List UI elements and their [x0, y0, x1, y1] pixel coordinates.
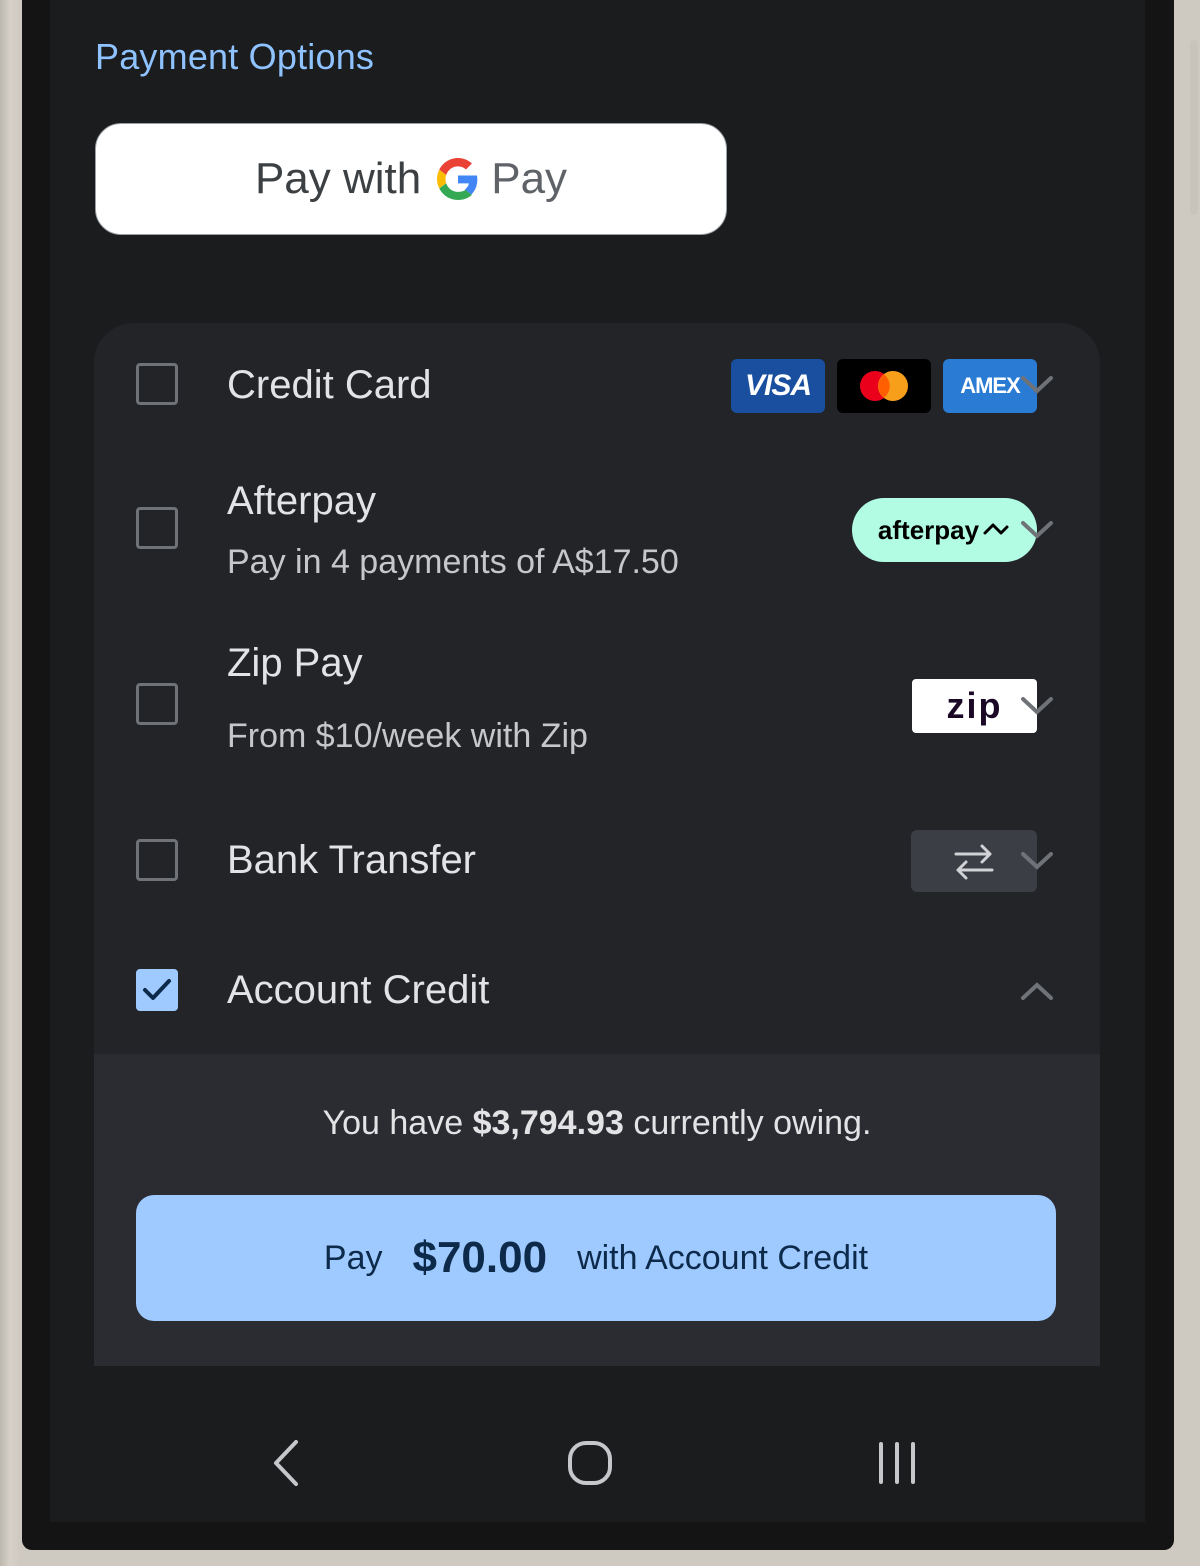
- option-bank-transfer[interactable]: Bank Transfer: [94, 798, 1100, 928]
- mastercard-logo-icon: [837, 359, 931, 413]
- transfer-arrows-icon: [911, 830, 1037, 892]
- section-title: Payment Options: [95, 36, 375, 77]
- option-afterpay[interactable]: Afterpay Pay in 4 payments of A$17.50 af…: [94, 463, 1100, 613]
- pay-amount: $70.00: [412, 1233, 548, 1282]
- zip-badge-label: zip: [946, 685, 1003, 726]
- google-pay-button[interactable]: Pay with Pay: [95, 123, 727, 235]
- home-icon[interactable]: [560, 1436, 620, 1490]
- option-zip-pay[interactable]: Zip Pay From $10/week with Zip zip: [94, 623, 1100, 783]
- gpay-prefix: Pay with: [254, 154, 422, 203]
- owing-text: You have $3,794.93 currently owing.: [94, 1104, 1100, 1143]
- bank-transfer-checkbox[interactable]: [136, 839, 178, 881]
- bank-transfer-title: Bank Transfer: [227, 838, 477, 882]
- zip-pay-title: Zip Pay: [227, 641, 363, 685]
- gpay-brand: Pay: [491, 154, 568, 203]
- owing-amount: $3,794.93: [472, 1104, 624, 1142]
- google-g-icon: [437, 158, 479, 200]
- phone-side-button: [1190, 40, 1198, 215]
- visa-badge: VISA: [731, 359, 825, 413]
- payment-options-card: Credit Card VISA AMEX Afterpay Pay in 4 …: [94, 323, 1100, 1366]
- account-credit-checkbox[interactable]: [136, 969, 178, 1011]
- afterpay-badge: afterpay: [852, 498, 1037, 562]
- afterpay-badge-label: afterpay: [877, 514, 980, 545]
- afterpay-checkbox[interactable]: [136, 507, 178, 549]
- chevron-down-icon[interactable]: [1020, 519, 1054, 541]
- checkmark-icon: [143, 979, 171, 1000]
- owing-suffix: currently owing.: [633, 1104, 872, 1142]
- zip-pay-subtitle: From $10/week with Zip: [227, 717, 588, 755]
- afterpay-subtitle: Pay in 4 payments of A$17.50: [227, 543, 679, 581]
- account-credit-panel: You have $3,794.93 currently owing. Pay …: [94, 1054, 1100, 1366]
- option-account-credit[interactable]: Account Credit: [94, 928, 1100, 1054]
- pay-suffix: with Account Credit: [577, 1238, 869, 1277]
- screen: Payment Options Pay with Pay Credit Card…: [50, 0, 1145, 1522]
- chevron-down-icon[interactable]: [1020, 374, 1054, 396]
- owing-prefix: You have: [322, 1104, 464, 1142]
- pay-word: Pay: [323, 1238, 383, 1277]
- credit-card-checkbox[interactable]: [136, 363, 178, 405]
- chevron-up-icon[interactable]: [1020, 980, 1054, 1002]
- pay-with-account-credit-button[interactable]: Pay $70.00 with Account Credit: [136, 1195, 1056, 1321]
- zip-pay-checkbox[interactable]: [136, 683, 178, 725]
- credit-card-title: Credit Card: [227, 363, 432, 407]
- afterpay-title: Afterpay: [227, 479, 376, 523]
- zip-badge: zip: [912, 679, 1037, 733]
- chevron-down-icon[interactable]: [1020, 850, 1054, 872]
- account-credit-title: Account Credit: [227, 968, 490, 1012]
- back-chevron-icon[interactable]: [256, 1436, 316, 1490]
- system-nav-bar: [50, 1400, 1145, 1522]
- recents-icon[interactable]: [867, 1436, 927, 1490]
- option-credit-card[interactable]: Credit Card VISA AMEX: [94, 323, 1100, 453]
- chevron-down-icon[interactable]: [1020, 695, 1054, 717]
